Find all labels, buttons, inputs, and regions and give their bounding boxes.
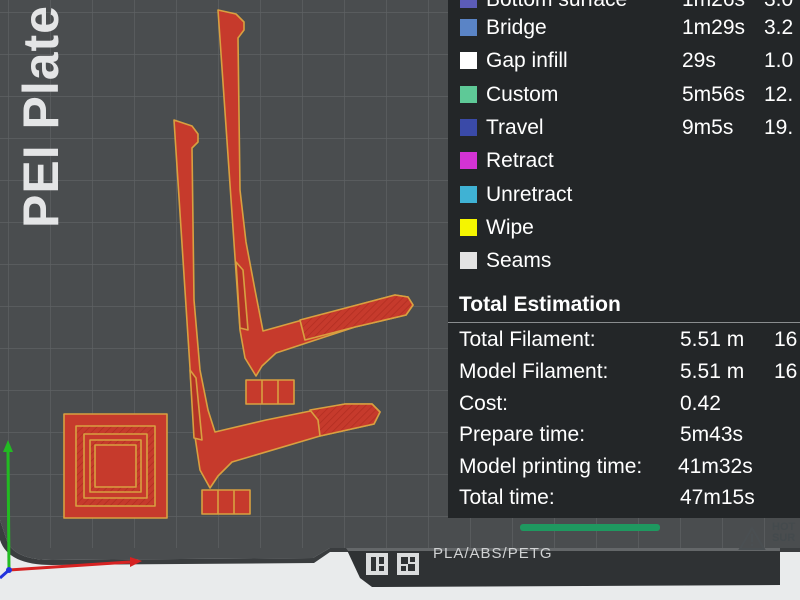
legend-time: 29s: [682, 49, 716, 72]
legend-swatch: [460, 119, 477, 136]
legend-label: Gap infill: [486, 49, 568, 72]
hot-surface-warning: HOT SUR: [772, 521, 796, 544]
legend-label: Custom: [486, 83, 559, 106]
legend-time: 9m5s: [682, 116, 734, 139]
legend-label: Travel: [486, 116, 544, 139]
legend-label: Retract: [486, 149, 554, 172]
legend-swatch: [460, 186, 477, 203]
estimation-label: Model printing time:: [459, 455, 643, 478]
legend-time: 1m26s: [682, 0, 745, 13]
legend-time: 5m56s: [682, 83, 746, 106]
legend-percent: 19.: [764, 116, 794, 139]
legend-percent: 1.0: [764, 49, 794, 72]
legend-label: Bridge: [486, 16, 547, 39]
legend-label: Unretract: [486, 183, 573, 206]
qr-code-icon: [397, 553, 419, 575]
estimation-extra: 16: [774, 328, 798, 351]
legend-swatch: [460, 52, 477, 69]
legend-time: 1m29s: [682, 16, 746, 39]
legend-label: Wipe: [486, 216, 534, 239]
legend-swatch: [460, 219, 477, 236]
legend-panel: Bottom surface 1m26s 3.0 Bridge 1m29s 3.…: [448, 0, 800, 518]
estimation-value: 47m15s: [680, 486, 755, 509]
estimation-value: 5.51 m: [680, 328, 745, 351]
3d-viewport[interactable]: PEI Plate PLA/ABS/PETG HOT SUR Bridge 1m…: [0, 0, 800, 600]
legend-swatch: [460, 19, 477, 36]
legend-percent: 12.: [764, 83, 794, 106]
estimation-label: Model Filament:: [459, 360, 609, 383]
square-part: [63, 413, 168, 519]
estimation-value: 41m32s: [678, 455, 753, 478]
plate-watermark: PEI Plate: [13, 5, 69, 228]
estimation-value: 0.42: [680, 392, 721, 415]
legend-percent: 3.0: [764, 0, 793, 13]
estimation-value: 5.51 m: [680, 360, 745, 383]
legend-percent: 3.2: [764, 16, 794, 39]
filament-type-label: PLA/ABS/PETG: [433, 545, 553, 562]
plate-accent-strip: [520, 524, 660, 531]
legend-label: Bottom surface: [486, 0, 627, 13]
legend-swatch: [460, 252, 477, 269]
estimation-label: Total time:: [459, 486, 555, 509]
estimation-label: Cost:: [459, 392, 509, 415]
estimation-label: Prepare time:: [459, 423, 586, 446]
estimation-value: 5m43s: [680, 423, 744, 446]
legend-label: Seams: [486, 249, 552, 272]
bambu-logo-icon: [366, 553, 388, 575]
legend-swatch: [460, 0, 477, 8]
legend-swatch: [460, 152, 477, 169]
estimation-label: Total Filament:: [459, 328, 596, 351]
estimation-divider: [448, 322, 800, 323]
legend-swatch: [460, 86, 477, 103]
estimation-extra: 16: [774, 360, 798, 383]
total-estimation-title: Total Estimation: [459, 293, 621, 316]
